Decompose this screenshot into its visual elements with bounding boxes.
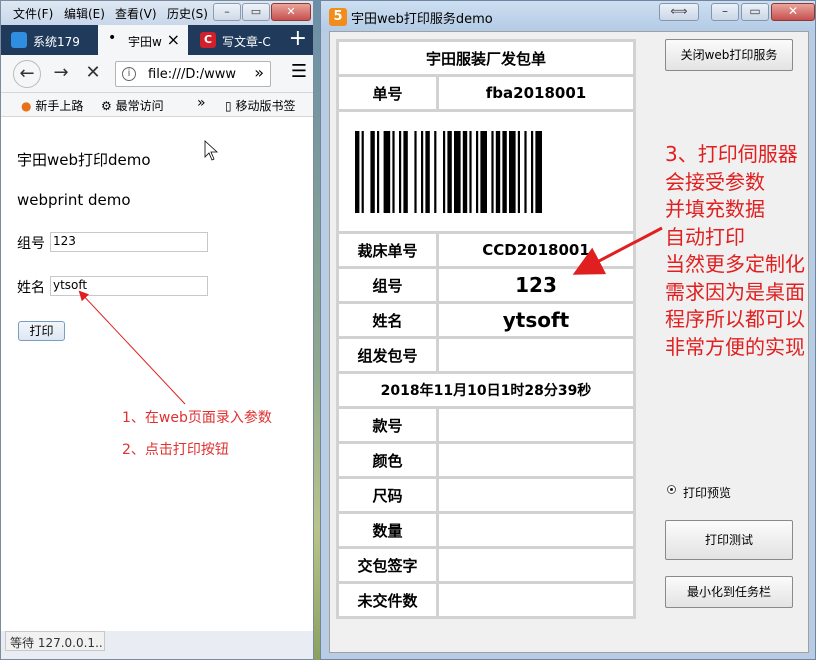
arrow-to-group-value (572, 226, 663, 275)
arrow-to-name-field (78, 290, 186, 405)
mouse-cursor-icon (204, 140, 219, 161)
annotation-arrows (78, 140, 663, 405)
